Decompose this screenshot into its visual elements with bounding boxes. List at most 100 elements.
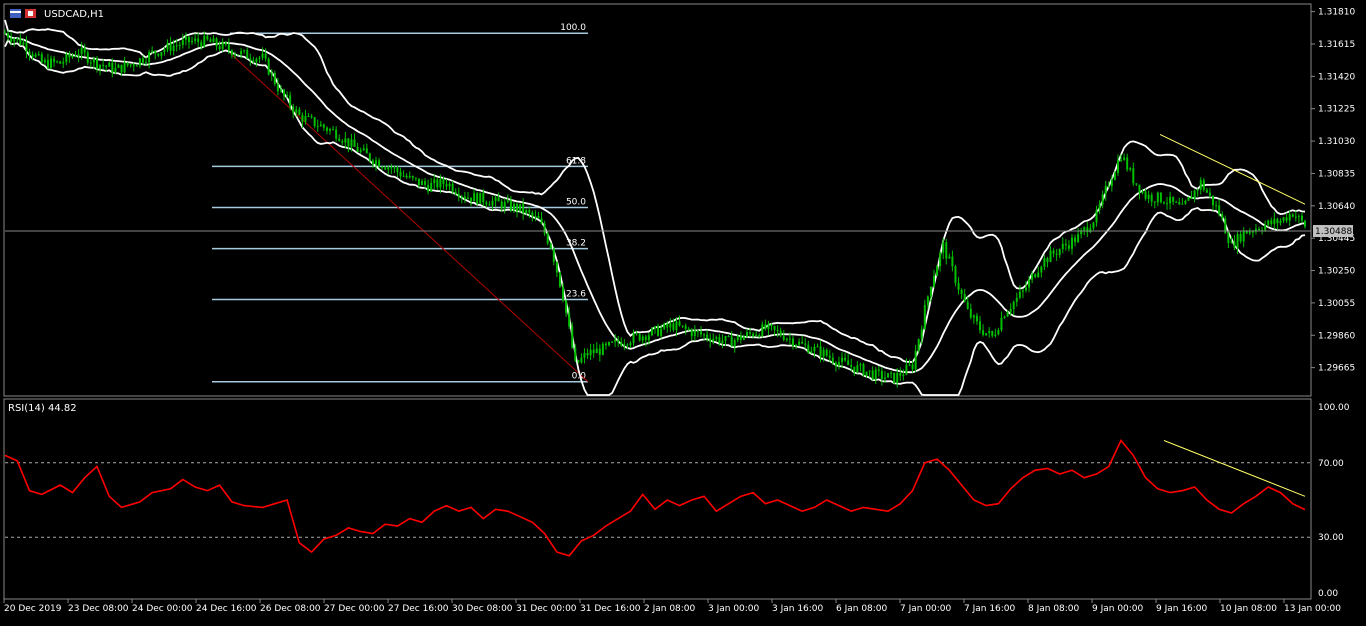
candle-body [1291, 214, 1294, 217]
candle-body [1172, 196, 1175, 202]
candle-body [74, 55, 77, 57]
candle-body [56, 61, 59, 63]
candle-body [516, 204, 519, 212]
candle-body [399, 171, 402, 177]
candle-body [724, 336, 727, 341]
candle-body [727, 336, 730, 338]
candle-body [620, 342, 623, 346]
candle-body [187, 36, 190, 43]
candle-body [365, 148, 368, 154]
price-tick-label: 1.31420 [1318, 72, 1355, 82]
candle-body [1083, 227, 1086, 231]
candle-body [632, 333, 635, 343]
candle-body [460, 196, 463, 198]
candle-body [1276, 218, 1279, 224]
candle-body [936, 266, 939, 277]
candle-body [83, 47, 86, 53]
candle-body [430, 183, 433, 192]
candle-body [721, 340, 724, 344]
time-tick-label: 8 Jan 08:00 [1028, 604, 1080, 614]
candle-body [304, 116, 307, 122]
candle-body [1294, 216, 1297, 218]
candle-body [154, 50, 157, 54]
candle-body [13, 39, 16, 42]
candle-body [102, 64, 105, 66]
candle-body [1282, 217, 1285, 221]
candle-body [108, 62, 111, 67]
candle-body [1202, 180, 1205, 190]
candle-body [1067, 245, 1070, 249]
candle-body [255, 58, 258, 62]
candle-body [322, 124, 325, 128]
candle-body [942, 242, 945, 253]
candle-body [442, 178, 445, 185]
candle-body [819, 346, 822, 357]
candle-body [227, 44, 230, 51]
candle-body [1270, 220, 1273, 224]
candle-body [1153, 201, 1156, 203]
candle-body [1159, 192, 1162, 203]
candle-body [22, 42, 25, 45]
candle-body [1175, 201, 1178, 203]
candle-body [1107, 185, 1110, 187]
candle-body [798, 341, 801, 345]
candle-body [911, 364, 914, 370]
candle-body [445, 184, 448, 187]
candle-body [638, 333, 641, 341]
price-tick-label: 1.31225 [1318, 105, 1355, 115]
candle-body [200, 42, 203, 47]
candle-body [1221, 214, 1224, 219]
candle-body [252, 60, 255, 62]
time-tick-label: 13 Jan 00:00 [1284, 604, 1341, 614]
candle-body [699, 331, 702, 335]
mt-chart-window[interactable]: 1.31810 1.31615 1.31420 1.31225 1.31030 1.308… [0, 0, 1366, 622]
candle-body [543, 223, 546, 234]
candle-body [316, 126, 319, 128]
candle-body [433, 179, 436, 184]
fib-level-label: 50.0 [566, 197, 586, 207]
candle-body [325, 127, 328, 131]
time-tick-label: 2 Jan 08:00 [644, 604, 696, 614]
candle-body [46, 59, 49, 68]
candle-body [1193, 190, 1196, 200]
candle-body [982, 330, 985, 335]
candle-body [951, 256, 954, 267]
candle-body [1166, 203, 1169, 205]
candle-body [847, 360, 850, 366]
candle-body [289, 95, 292, 107]
candle-body [687, 328, 690, 331]
candle-body [896, 373, 899, 383]
candle-body [706, 334, 709, 339]
candle-body [562, 286, 565, 301]
candle-body [1077, 234, 1080, 243]
candle-body [963, 293, 966, 302]
candle-body [807, 344, 810, 353]
candle-body [883, 377, 886, 380]
candle-body [1184, 200, 1187, 204]
candle-body [1070, 237, 1073, 249]
candle-body [1089, 228, 1092, 233]
candle-body [985, 332, 988, 335]
candle-body [374, 160, 377, 165]
candle-body [865, 371, 868, 376]
candle-body [1279, 220, 1282, 224]
candle-body [764, 324, 767, 329]
candle-body [997, 330, 1000, 335]
candle-body [1138, 184, 1141, 193]
candle-body [519, 203, 522, 212]
candle-body [994, 334, 997, 336]
candle-body [644, 336, 647, 341]
candle-body [1120, 159, 1123, 161]
candle-body [776, 329, 779, 331]
candle-body [411, 176, 414, 178]
candle-body [1061, 243, 1064, 250]
candle-body [509, 200, 512, 211]
candle-body [362, 148, 365, 151]
candle-body [1006, 312, 1009, 317]
candle-body [1012, 301, 1015, 310]
candle-body [71, 55, 74, 58]
chart-canvas[interactable]: 1.31810 1.31615 1.31420 1.31225 1.31030 1.308… [0, 0, 1366, 622]
candle-body [393, 167, 396, 169]
candle-body [782, 335, 785, 340]
candle-body [1000, 317, 1003, 331]
